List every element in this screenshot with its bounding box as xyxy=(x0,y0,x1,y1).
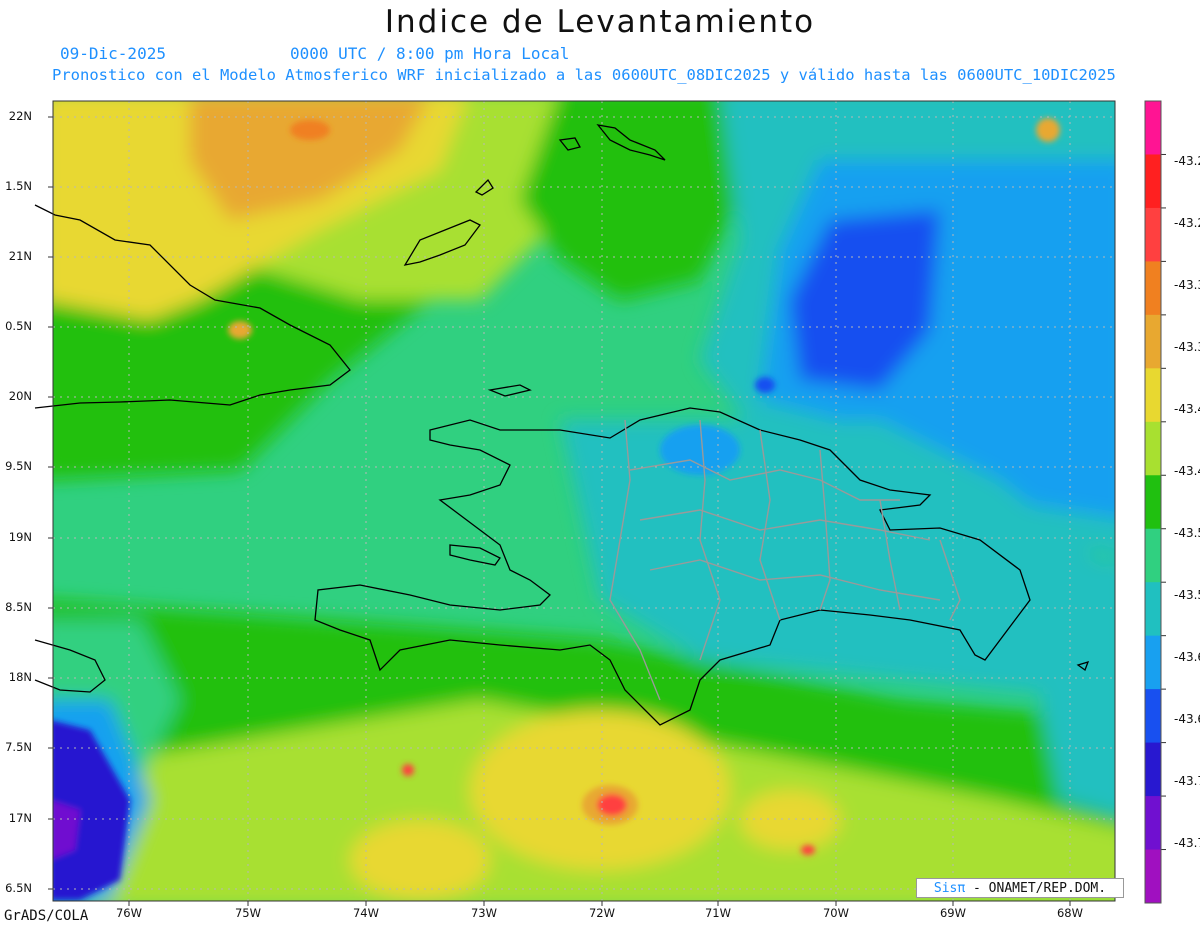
colorbar-label: -43.7 xyxy=(1174,836,1200,850)
colorbar-label: -43.2 xyxy=(1174,154,1200,168)
colorbar-swatch xyxy=(1145,635,1161,690)
colorbar-swatch xyxy=(1145,796,1161,851)
colorbar-swatch xyxy=(1145,582,1161,637)
credit-org: - ONAMET/REP.DOM. xyxy=(973,881,1107,896)
colorbar-label: -43.3 xyxy=(1174,278,1200,292)
lat-label: 7.5N xyxy=(5,740,32,754)
colorbar-swatch xyxy=(1145,421,1161,476)
lon-label: 76W xyxy=(115,906,142,920)
lat-label: 17N xyxy=(8,811,32,825)
lat-label: 20N xyxy=(8,389,32,403)
software-credit: GrADS/COLA xyxy=(4,908,89,924)
colorbar-label: -43.6 xyxy=(1174,712,1200,726)
colorbar-swatch xyxy=(1145,101,1161,155)
credit-box: Sisπ - ONAMET/REP.DOM. xyxy=(916,878,1124,898)
colorbar-swatch xyxy=(1145,314,1161,369)
colorbar-swatch xyxy=(1145,207,1161,262)
lat-label: 8.5N xyxy=(5,600,32,614)
lon-label: 71W xyxy=(704,906,731,920)
lon-label: 70W xyxy=(822,906,849,920)
colorbar-swatch xyxy=(1145,368,1161,423)
lon-label: 74W xyxy=(352,906,379,920)
credit-sis: Sisπ xyxy=(933,881,966,896)
lat-label: 0.5N xyxy=(5,319,32,333)
colorbar-label: -43.5 xyxy=(1174,588,1200,602)
colorbar-swatch xyxy=(1145,475,1161,530)
colorbar xyxy=(1144,100,1166,904)
lon-label: 68W xyxy=(1056,906,1083,920)
colorbar-label: -43.4 xyxy=(1174,402,1200,416)
colorbar-swatch xyxy=(1145,689,1161,744)
colorbar-swatch xyxy=(1145,742,1161,797)
colorbar-label: -43.7 xyxy=(1174,774,1200,788)
lon-label: 72W xyxy=(588,906,615,920)
colorbar-label: -43.3 xyxy=(1174,340,1200,354)
lat-label: 18N xyxy=(8,670,32,684)
colorbar-label: -43.5 xyxy=(1174,526,1200,540)
lat-label: 21N xyxy=(8,249,32,263)
lat-label: 19N xyxy=(8,530,32,544)
colorbar-swatch xyxy=(1145,154,1161,209)
colorbar-label: -43.6 xyxy=(1174,650,1200,664)
colorbar-label: -43.2 xyxy=(1174,216,1200,230)
lat-label: 1.5N xyxy=(5,179,32,193)
lon-label: 69W xyxy=(939,906,966,920)
colorbar-swatch xyxy=(1145,261,1161,316)
lon-label: 73W xyxy=(470,906,497,920)
lat-label: 22N xyxy=(8,109,32,123)
lat-label: 9.5N xyxy=(5,459,32,473)
colorbar-swatch xyxy=(1145,528,1161,583)
colorbar-swatch xyxy=(1145,849,1161,904)
field-layer xyxy=(53,101,1115,901)
lifted-index-map xyxy=(34,100,1166,906)
lon-label: 75W xyxy=(234,906,261,920)
lat-label: 6.5N xyxy=(5,881,32,895)
colorbar-label: -43.4 xyxy=(1174,464,1200,478)
